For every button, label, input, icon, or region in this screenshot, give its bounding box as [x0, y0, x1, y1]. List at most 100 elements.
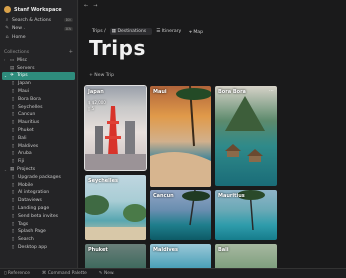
page-icon: ▯ [11, 143, 15, 149]
extra-value: 5 [91, 106, 95, 111]
sidebar-item-label: Tags [18, 221, 29, 227]
card-maui[interactable]: Maui [150, 86, 211, 187]
card-maldives[interactable]: Maldives [150, 244, 211, 268]
sidebar-item-label: Trips [17, 73, 28, 79]
sidebar-item-tags[interactable]: ▯ Tags [0, 220, 77, 228]
sidebar-item-label: Japan [18, 81, 31, 87]
sidebar-item-misc[interactable]: › ▭ Misc [0, 57, 77, 65]
chevron-down-icon: ⌄ [4, 167, 7, 172]
sidebar-item-search[interactable]: ▯ Search [0, 236, 77, 244]
task-icon: ▯ [11, 229, 15, 235]
page-icon: ▯ [11, 128, 15, 134]
card-title: Bali [218, 247, 229, 253]
server-icon: ▤ [9, 65, 15, 71]
sidebar-item-label: Mobile [18, 182, 34, 188]
reference-button[interactable]: ▯ Reference [4, 271, 36, 276]
breadcrumb: Trips / ▦ Destinations ☰ Itinerary ⌖ Map [92, 28, 211, 35]
sidebar-item-upgrade-packages[interactable]: ▯ Upgrade packages [0, 173, 77, 181]
sidebar-item-label: Misc [17, 57, 28, 63]
card-seychelles[interactable]: Seychelles [85, 175, 146, 240]
task-icon: ▯ [11, 182, 15, 188]
page-icon: ▯ [11, 112, 15, 118]
card-phuket[interactable]: Phuket [85, 244, 146, 268]
breadcrumb-root[interactable]: Trips / [92, 29, 106, 34]
sidebar-item-label: Maldives [18, 143, 39, 149]
new-item-label: New . [12, 26, 25, 32]
card-bali[interactable]: Bali [215, 244, 277, 268]
sidebar-item-cancun[interactable]: ▯ Cancun [0, 111, 77, 119]
workspace-switcher[interactable]: Stanf Workspace [0, 3, 77, 16]
page-icon: ▯ [11, 104, 15, 110]
sidebar-item-servers[interactable]: ▤ Servers [0, 64, 77, 72]
card-japan[interactable]: Japan $ $2,000 ▯ 5 [84, 85, 147, 171]
card-cancun[interactable]: Cancun [150, 190, 211, 240]
sidebar-item-projects[interactable]: ⌄ ▦ Projects [0, 166, 77, 174]
sidebar-item-label: Upgrade packages [18, 174, 61, 180]
main-panel: ← → Trips / ▦ Destinations ☰ Itinerary ⌖… [79, 0, 346, 268]
add-collection-icon[interactable]: + [69, 49, 73, 55]
status-bar: ▯ Reference ⌘ Command Palette ✎ New. [0, 268, 346, 278]
card-title: Maldives [153, 247, 178, 253]
new-button[interactable]: ✎ New. [99, 271, 121, 276]
page-icon: ▯ [11, 120, 15, 126]
card-bora-bora[interactable]: Bora Bora ⋯ [215, 86, 277, 186]
card-title: Seychelles [88, 178, 118, 184]
sidebar-item-maui[interactable]: ▯ Maui [0, 88, 77, 96]
back-arrow-icon[interactable]: ← [84, 3, 88, 9]
card-price: $ $2,000 [88, 100, 106, 105]
sidebar-item-label: Seychelles [18, 104, 43, 110]
price-value: $2,000 [91, 100, 106, 105]
sidebar-item-splash-page[interactable]: ▯ Splash Page [0, 228, 77, 236]
shortcut-badge: ⌘N [63, 26, 73, 31]
sidebar-item-label: Desktop app [18, 245, 48, 251]
task-icon: ▯ [11, 213, 15, 219]
sidebar-item-fiji[interactable]: ▯ Fiji [0, 158, 77, 166]
sidebar-item-label: Maui [18, 89, 29, 95]
maui-photo [150, 86, 211, 187]
sidebar-item-desktop-app[interactable]: ▯ Desktop app [0, 244, 77, 252]
new-trip-button[interactable]: + New Trip [89, 73, 114, 78]
sidebar-item-mobile[interactable]: ▯ Mobile [0, 181, 77, 189]
tab-itinerary[interactable]: ☰ Itinerary [156, 29, 185, 34]
search-actions[interactable]: ⌕ Search & Actions ⌘K [0, 16, 77, 25]
sidebar-item-aruba[interactable]: ▯ Aruba [0, 150, 77, 158]
seychelles-photo [85, 195, 146, 240]
tab-label: Itinerary [161, 29, 182, 34]
japan-photo [85, 106, 146, 170]
sidebar-item-label: Splash Page [18, 229, 46, 235]
task-icon: ▯ [11, 221, 15, 227]
sidebar-item-seychelles[interactable]: ▯ Seychelles [0, 103, 77, 111]
command-palette-button[interactable]: ⌘ Command Palette [42, 271, 93, 276]
sidebar-item-trips[interactable]: ⌄ ✈ Trips [2, 72, 75, 80]
more-icon[interactable]: ⋯ [269, 88, 274, 94]
sidebar-item-ai-integration[interactable]: ▯ AI integration [0, 189, 77, 197]
tab-map[interactable]: ⌖ Map [189, 29, 207, 35]
sidebar-item-landing-page[interactable]: ▯ Landing page [0, 205, 77, 213]
sidebar-item-maldives[interactable]: ▯ Maldives [0, 142, 77, 150]
home[interactable]: ⌂ Home [0, 33, 77, 42]
workspace-avatar [4, 6, 11, 13]
sidebar-item-label: AI integration [18, 190, 50, 196]
collections-header: Collections + [0, 48, 77, 57]
tab-destinations[interactable]: ▦ Destinations [109, 28, 153, 35]
sidebar-item-send-beta-invites[interactable]: ▯ Send beta invites [0, 212, 77, 220]
task-icon: ▯ [11, 198, 15, 204]
card-title: Japan [88, 89, 104, 95]
sidebar-item-mauritius[interactable]: ▯ Mauritius [0, 119, 77, 127]
sidebar-item-phuket[interactable]: ▯ Phuket [0, 127, 77, 135]
card-title: Bora Bora [218, 89, 246, 95]
forward-arrow-icon[interactable]: → [93, 3, 97, 9]
page-icon: ▯ [11, 96, 15, 102]
sidebar-item-dataviews[interactable]: ▯ Dataviews [0, 197, 77, 205]
card-title: Phuket [88, 247, 108, 253]
sidebar-item-bora-bora[interactable]: ▯ Bora Bora [0, 95, 77, 103]
card-mauritius[interactable]: Mauritius [215, 190, 277, 240]
sidebar-item-japan[interactable]: ▯ Japan [0, 80, 77, 88]
sidebar-item-bali[interactable]: ▯ Bali [0, 134, 77, 142]
sidebar-item-label: Bora Bora [18, 96, 41, 102]
page-icon: ▯ [11, 159, 15, 165]
sidebar: Stanf Workspace ⌕ Search & Actions ⌘K ✎ … [0, 0, 78, 268]
sidebar-item-label: Landing page [18, 206, 50, 212]
new-item[interactable]: ✎ New . ⌘N [0, 25, 77, 34]
new-label: New. [103, 271, 115, 276]
